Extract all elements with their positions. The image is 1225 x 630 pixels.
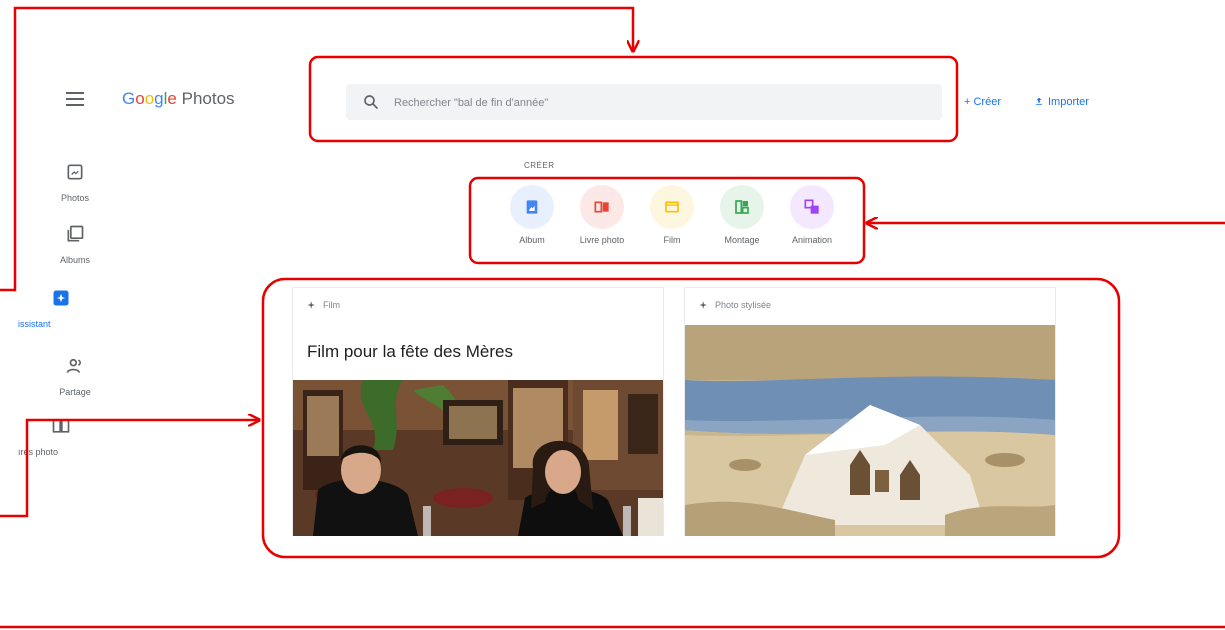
create-item-label: Montage xyxy=(724,235,760,245)
sidebar-item-assistant[interactable]: issistant xyxy=(12,288,84,329)
sidebar-item-label: ıres photo xyxy=(18,447,59,457)
search-input[interactable] xyxy=(392,92,916,114)
sidebar-item-label: Albums xyxy=(59,255,90,265)
logo-product-name: Photos xyxy=(181,89,235,108)
import-label: Importer xyxy=(1048,96,1089,108)
sidebar-item-label: Photos xyxy=(60,193,90,203)
create-album-button[interactable]: Album xyxy=(497,185,567,245)
assistant-icon xyxy=(53,290,69,306)
create-album-circle xyxy=(510,185,554,229)
photo-books-icon xyxy=(52,419,70,433)
album-icon xyxy=(526,200,538,214)
card-kind: Film xyxy=(323,300,340,310)
create-animation-button[interactable]: Animation xyxy=(777,185,847,245)
create-item-label: Animation xyxy=(791,235,833,245)
logo-letter: o xyxy=(135,89,145,108)
create-film-button[interactable]: Film xyxy=(637,185,707,245)
logo-letter: g xyxy=(154,89,164,108)
search-icon[interactable] xyxy=(362,93,380,111)
create-photo-book-circle xyxy=(580,185,624,229)
create-item-label: Film xyxy=(663,235,681,245)
card-kind: Photo stylisée xyxy=(715,300,772,310)
sparkle-icon xyxy=(307,301,315,309)
card-header: Photo stylisée xyxy=(699,300,771,310)
film-icon xyxy=(665,201,679,213)
card-header: Film xyxy=(307,300,340,310)
import-button[interactable]: Importer xyxy=(1034,96,1089,108)
create-film-circle xyxy=(650,185,694,229)
sidebar-item-photo-books[interactable]: ıres photo xyxy=(12,416,84,457)
stylized-photo-image xyxy=(685,325,1055,536)
create-photo-book-button[interactable]: Livre photo xyxy=(567,185,637,245)
logo-letter: G xyxy=(122,89,136,108)
photo-book-icon xyxy=(594,201,609,213)
logo-letter: o xyxy=(144,89,155,108)
logo-letter: e xyxy=(167,89,177,108)
albums-icon xyxy=(67,225,84,242)
sharing-icon xyxy=(66,358,81,373)
create-item-label: Livre photo xyxy=(579,235,625,245)
create-collage-circle xyxy=(720,185,764,229)
create-animation-circle xyxy=(790,185,834,229)
sidebar-item-photos[interactable]: Photos xyxy=(30,162,120,203)
create-section-heading: CRÉER xyxy=(524,161,555,170)
sidebar-item-label: issistant xyxy=(18,319,51,329)
search-bar[interactable] xyxy=(346,84,942,120)
photo-icon xyxy=(67,164,83,180)
menu-icon[interactable] xyxy=(66,92,84,106)
google-photos-logo[interactable]: Google Photos xyxy=(122,89,235,109)
upload-icon xyxy=(1036,97,1042,105)
sidebar-item-sharing[interactable]: Partage xyxy=(30,356,120,397)
card-title: Film pour la fête des Mères xyxy=(307,342,513,361)
sidebar-item-albums[interactable]: Albums xyxy=(30,224,120,265)
sidebar-item-label: Partage xyxy=(59,387,91,397)
animation-icon xyxy=(804,199,819,214)
suggestion-card-stylized-photo[interactable]: Photo stylisée xyxy=(684,287,1056,536)
create-item-label: Album xyxy=(519,235,545,245)
suggestion-card-film[interactable]: Film Film pour la fête des Mères xyxy=(292,287,664,536)
create-collage-button[interactable]: Montage xyxy=(707,185,777,245)
film-preview-image xyxy=(293,380,663,536)
create-button[interactable]: + Créer xyxy=(964,96,1001,108)
sparkle-icon xyxy=(699,301,707,309)
collage-icon xyxy=(735,200,749,214)
